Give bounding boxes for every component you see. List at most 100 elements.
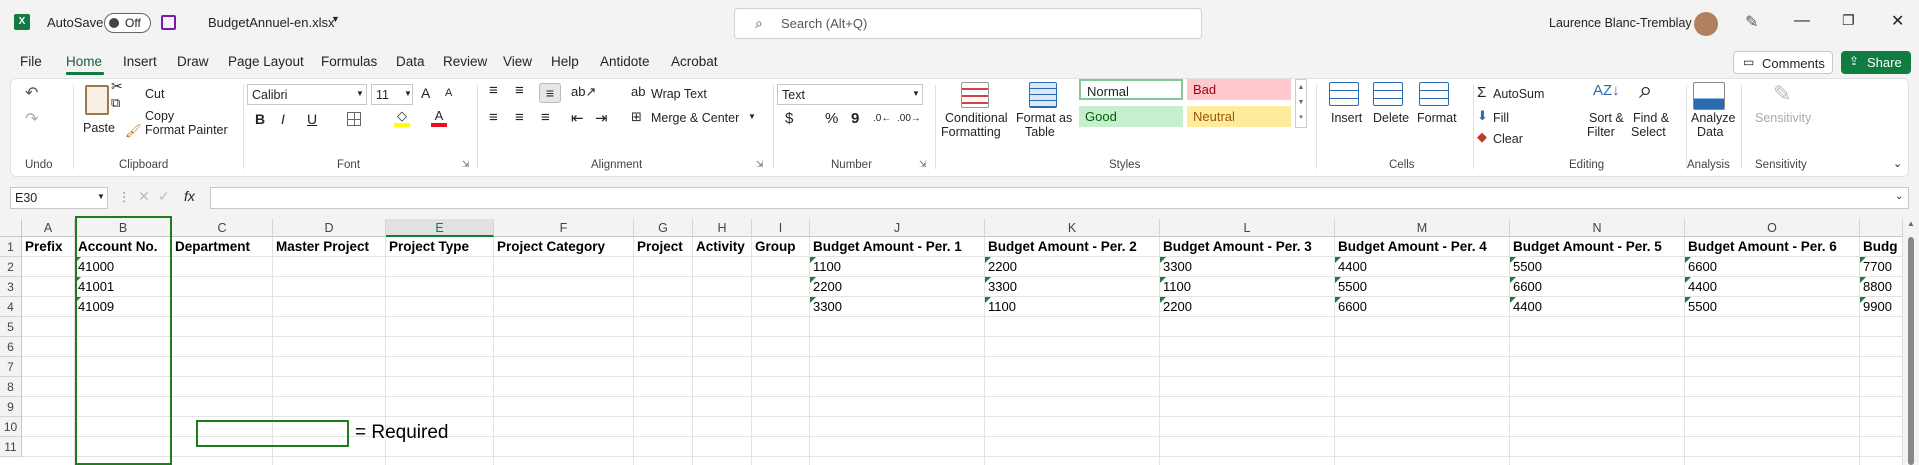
header-cell[interactable]: Project Type: [386, 237, 494, 257]
font-color-icon[interactable]: A: [431, 108, 447, 127]
more-options-icon[interactable]: ⋮: [118, 189, 131, 204]
style-good[interactable]: Good: [1079, 106, 1183, 127]
align-left-icon[interactable]: ≡: [489, 109, 498, 126]
amount-cell[interactable]: 2200: [810, 277, 985, 297]
cancel-entry-icon[interactable]: ✕: [138, 188, 150, 205]
amount-cell[interactable]: 6600: [1685, 257, 1860, 277]
format-painter-icon[interactable]: 🖌: [125, 123, 142, 139]
currency-format-button[interactable]: $: [785, 110, 793, 127]
share-button[interactable]: ⇪ Share: [1841, 51, 1911, 74]
styles-gallery-scroll[interactable]: ▲ ▼ ▾: [1295, 79, 1307, 128]
orientation-icon[interactable]: ab↗: [571, 84, 596, 100]
header-cell[interactable]: Budget Amount - Per. 4: [1335, 237, 1510, 257]
amount-cell[interactable]: 5500: [1510, 257, 1685, 277]
format-painter-label[interactable]: Format Painter: [145, 123, 228, 137]
column-header-partial[interactable]: [1860, 219, 1903, 237]
row-header-1[interactable]: 1: [0, 237, 22, 257]
sort-filter-icon[interactable]: AZ↓: [1593, 82, 1620, 99]
column-header-k[interactable]: K: [985, 219, 1160, 237]
column-header-e[interactable]: E: [386, 219, 494, 237]
row-header-2[interactable]: 2: [0, 257, 22, 277]
row-header-5[interactable]: 5: [0, 317, 22, 337]
fill-label[interactable]: Fill: [1493, 111, 1509, 125]
user-name[interactable]: Laurence Blanc-Tremblay: [1549, 16, 1692, 30]
tab-acrobat[interactable]: Acrobat: [671, 54, 718, 69]
format-cells-label[interactable]: Format: [1417, 111, 1457, 125]
header-cell[interactable]: Prefix: [22, 237, 75, 257]
tab-insert[interactable]: Insert: [123, 54, 157, 69]
tab-review[interactable]: Review: [443, 54, 487, 69]
amount-cell[interactable]: 2200: [985, 257, 1160, 277]
amount-cell[interactable]: 5500: [1335, 277, 1510, 297]
shrink-font-icon[interactable]: A: [445, 87, 452, 99]
scrollbar-thumb[interactable]: [1908, 237, 1914, 465]
decrease-indent-icon[interactable]: ⇤: [571, 109, 584, 127]
align-right-icon[interactable]: ≡: [541, 109, 550, 126]
percent-format-button[interactable]: %: [825, 110, 838, 127]
amount-cell[interactable]: 1100: [1160, 277, 1335, 297]
header-cell[interactable]: Budget Amount - Per. 6: [1685, 237, 1860, 257]
tab-page-layout[interactable]: Page Layout: [228, 54, 304, 69]
borders-icon[interactable]: [347, 112, 361, 126]
grow-font-icon[interactable]: A: [421, 85, 430, 101]
bold-button[interactable]: B: [255, 111, 265, 127]
find-select-label-1[interactable]: Find &: [1633, 111, 1669, 125]
fill-icon[interactable]: ⬇: [1477, 108, 1488, 124]
amount-cell[interactable]: 1100: [810, 257, 985, 277]
vertical-scrollbar[interactable]: ▲: [1903, 219, 1919, 465]
row-header-11[interactable]: 11: [0, 437, 22, 457]
conditional-formatting-label-1[interactable]: Conditional: [945, 111, 1008, 125]
cut-icon[interactable]: ✂: [111, 78, 123, 95]
tab-help[interactable]: Help: [551, 54, 579, 69]
analyze-data-label-2[interactable]: Data: [1697, 125, 1723, 139]
font-name-select[interactable]: Calibri ▼: [247, 84, 367, 105]
column-header-d[interactable]: D: [273, 219, 386, 237]
filename-chevron-down-icon[interactable]: ▼: [331, 14, 340, 24]
dialog-launcher-icon[interactable]: ⇲: [756, 159, 764, 170]
amount-cell[interactable]: 2200: [1160, 297, 1335, 317]
comments-button[interactable]: ▭ Comments: [1733, 51, 1833, 74]
align-top-icon[interactable]: ≡: [489, 82, 498, 99]
insert-function-button[interactable]: fx: [184, 188, 195, 204]
dialog-launcher-icon[interactable]: ⇲: [919, 159, 927, 170]
fill-color-icon[interactable]: ◇: [394, 109, 410, 127]
paste-icon[interactable]: [85, 85, 109, 115]
format-as-table-label-2[interactable]: Table: [1025, 125, 1055, 139]
header-cell[interactable]: Department: [172, 237, 273, 257]
wrap-text-label[interactable]: Wrap Text: [651, 87, 707, 101]
column-header-g[interactable]: G: [634, 219, 693, 237]
column-header-f[interactable]: F: [494, 219, 634, 237]
amount-cell[interactable]: 4400: [1335, 257, 1510, 277]
column-header-i[interactable]: I: [752, 219, 810, 237]
autosum-label[interactable]: AutoSum: [1493, 87, 1544, 101]
redo-icon[interactable]: ↷: [25, 109, 38, 129]
header-cell[interactable]: Group: [752, 237, 810, 257]
row-header-6[interactable]: 6: [0, 337, 22, 357]
name-box[interactable]: E30 ▼: [10, 187, 108, 209]
merge-center-icon[interactable]: ⊞: [631, 109, 642, 125]
header-cell[interactable]: Master Project: [273, 237, 386, 257]
align-bottom-icon[interactable]: ≡: [539, 83, 561, 103]
file-name[interactable]: BudgetAnnuel-en.xlsx: [208, 15, 334, 30]
maximize-icon[interactable]: ❐: [1842, 12, 1855, 29]
increase-decimal-icon[interactable]: .0←: [873, 113, 891, 124]
column-header-j[interactable]: J: [810, 219, 985, 237]
comma-format-button[interactable]: 9: [851, 110, 859, 127]
decrease-decimal-icon[interactable]: .00→: [897, 113, 921, 124]
font-size-select[interactable]: 11 ▼: [371, 84, 413, 105]
header-cell[interactable]: Budget Amount - Per. 2: [985, 237, 1160, 257]
confirm-entry-icon[interactable]: ✓: [158, 188, 170, 205]
paste-label[interactable]: Paste: [83, 121, 115, 135]
row-header-3[interactable]: 3: [0, 277, 22, 297]
wrap-text-icon[interactable]: ab: [631, 84, 645, 99]
close-icon[interactable]: ✕: [1891, 11, 1904, 31]
header-cell[interactable]: Budget Amount - Per. 3: [1160, 237, 1335, 257]
autosave-toggle[interactable]: Off: [104, 13, 151, 33]
formula-input[interactable]: ⌄: [210, 187, 1909, 209]
analyze-data-icon[interactable]: [1693, 82, 1725, 110]
column-header-l[interactable]: L: [1160, 219, 1335, 237]
increase-indent-icon[interactable]: ⇥: [595, 109, 608, 127]
column-header-c[interactable]: C: [172, 219, 273, 237]
minimize-icon[interactable]: —: [1794, 12, 1810, 30]
header-cell[interactable]: Budget Amount - Per. 1: [810, 237, 985, 257]
